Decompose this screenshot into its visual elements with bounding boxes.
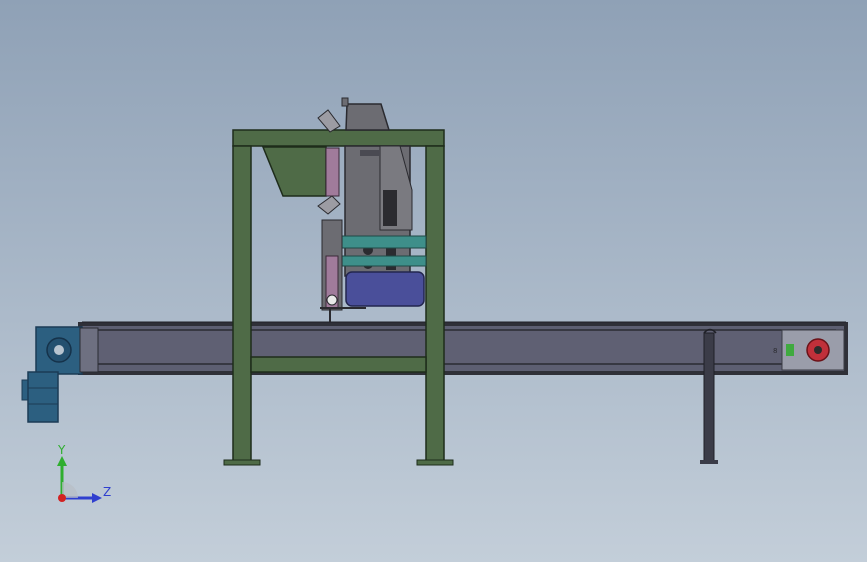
gear-motor[interactable] (21, 371, 59, 423)
y-axis-label: Y (58, 443, 66, 457)
right-tail-pulley[interactable] (781, 329, 845, 371)
3d-viewport[interactable]: 8 Y Z (0, 0, 867, 562)
conveyor-beam[interactable] (78, 321, 848, 375)
z-axis-label: Z (103, 485, 112, 499)
part-label: 8 (773, 347, 777, 355)
left-drive-pulley[interactable] (35, 326, 99, 375)
origin-dot (58, 494, 66, 502)
